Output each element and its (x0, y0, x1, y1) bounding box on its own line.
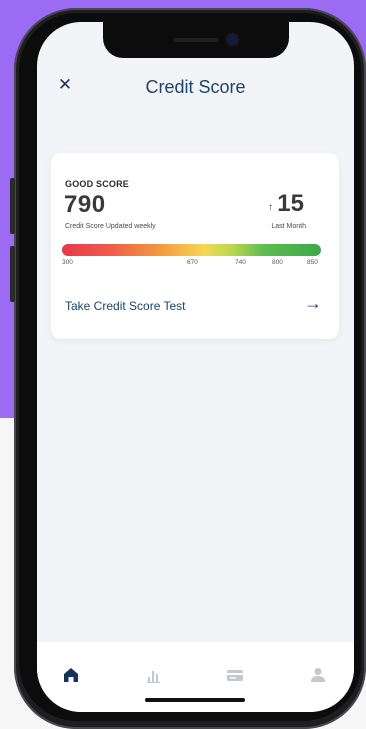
scale-tick-740: 740 (235, 259, 246, 266)
take-credit-score-test-link[interactable]: Take Credit Score Test (65, 299, 186, 313)
card-icon (227, 670, 243, 681)
tab-stats[interactable] (144, 665, 164, 685)
credit-score-card: GOOD SCORE 790 Credit Score Updated week… (51, 153, 339, 339)
user-icon (311, 668, 325, 682)
volume-down-button (10, 246, 15, 302)
tab-profile[interactable] (308, 665, 328, 685)
scale-tick-850: 850 (307, 259, 318, 266)
score-rating: GOOD SCORE (65, 179, 130, 189)
tab-cards[interactable] (225, 665, 245, 685)
tab-home[interactable] (61, 665, 81, 685)
scale-tick-300: 300 (62, 259, 73, 266)
delta-period: Last Month (271, 223, 306, 230)
score-update-note: Credit Score Updated weekly (65, 223, 156, 230)
home-icon (64, 668, 78, 682)
page-title: Credit Score (145, 77, 246, 97)
scale-tick-800: 800 (272, 259, 283, 266)
arrow-right-icon[interactable]: → (304, 293, 322, 314)
home-indicator[interactable] (145, 698, 245, 702)
scale-tick-670: 670 (187, 259, 198, 266)
speaker-grille (173, 38, 219, 42)
score-gradient-bar (62, 244, 321, 256)
chart-icon (147, 671, 160, 683)
notch (103, 22, 289, 58)
app-screen: ✕ Credit Score GOOD SCORE 790 Credit Sco… (37, 22, 354, 712)
arrow-up-icon: ↑ (268, 202, 273, 213)
score-delta: 15 (277, 190, 304, 217)
volume-up-button (10, 178, 15, 234)
front-camera (228, 35, 237, 44)
score-value: 790 (64, 191, 106, 218)
